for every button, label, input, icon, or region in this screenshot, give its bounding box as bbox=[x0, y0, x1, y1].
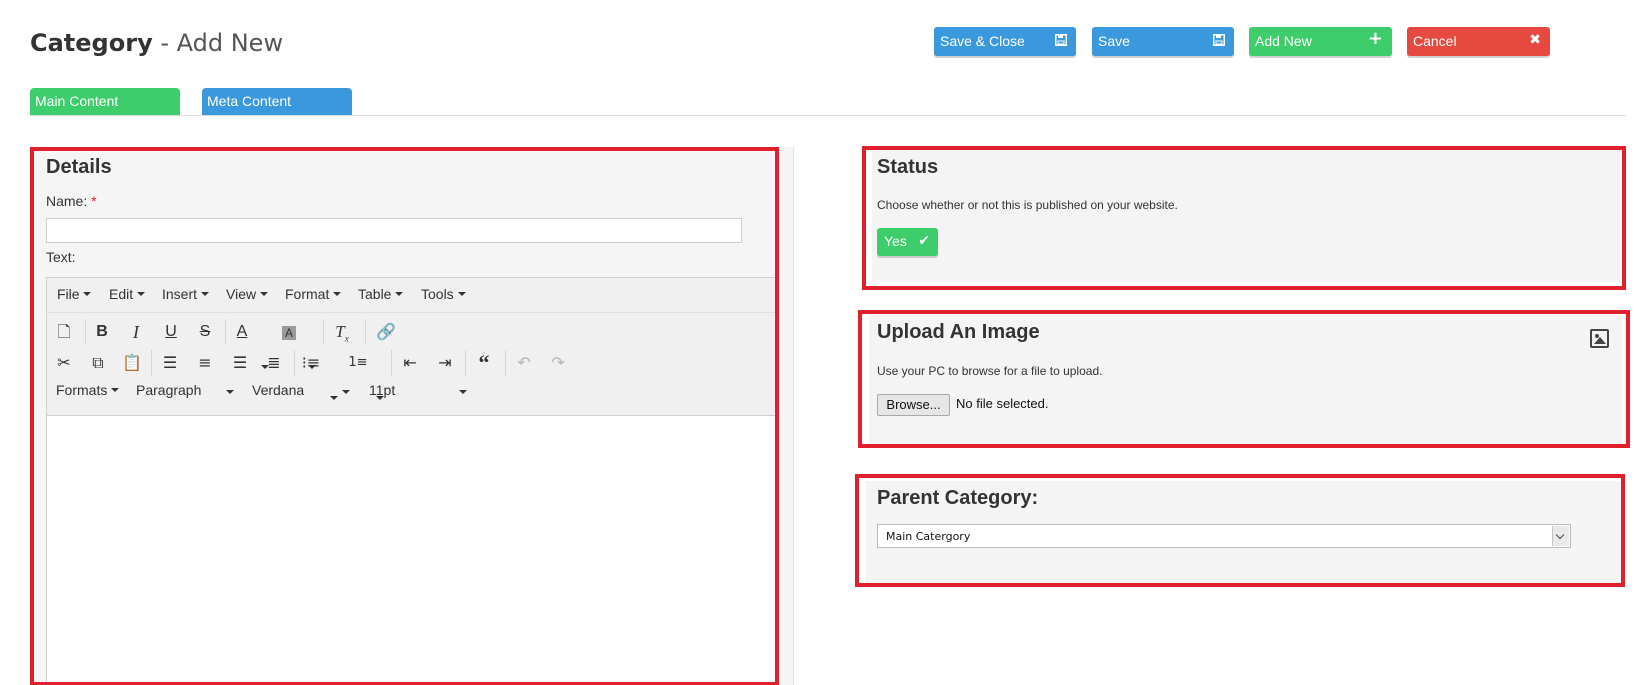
editor-toolbar: 🗋 B I U S A A Tx 🔗 ✂ ⧉ 📋 ☰ ≡ ☰ ≣ ⁝≡ 1≡ ⇤… bbox=[47, 313, 777, 416]
formats-dropdown[interactable]: Formats bbox=[56, 382, 120, 398]
upload-title: Upload An Image bbox=[877, 321, 1040, 343]
align-left-icon[interactable]: ☰ bbox=[157, 350, 183, 376]
parent-category-title: Parent Category: bbox=[877, 487, 1039, 509]
parent-category-select[interactable]: Main Catergory bbox=[877, 524, 1571, 548]
toolbar-separator bbox=[365, 319, 366, 345]
close-icon: ✖ bbox=[1529, 32, 1541, 48]
chevron-down-icon[interactable] bbox=[1552, 526, 1569, 546]
published-toggle[interactable]: Yes ✔ bbox=[877, 228, 938, 256]
toolbar-separator bbox=[85, 319, 86, 345]
tab-meta-content[interactable]: Meta Content bbox=[202, 88, 352, 116]
status-title: Status bbox=[877, 156, 939, 178]
bullet-list-icon[interactable]: ⁝≡ bbox=[298, 350, 324, 376]
save-and-close-label: Save & Close bbox=[940, 33, 1025, 49]
save-and-close-button[interactable]: Save & Close bbox=[934, 27, 1076, 56]
numbered-list-icon[interactable]: 1≡ bbox=[345, 350, 371, 376]
name-label: Name: * bbox=[46, 193, 97, 209]
required-marker: * bbox=[91, 193, 97, 209]
clear-formatting-icon[interactable]: Tx bbox=[329, 319, 355, 345]
outdent-icon[interactable]: ⇤ bbox=[397, 350, 423, 376]
tab-divider bbox=[30, 115, 1626, 116]
background-color-icon[interactable]: A bbox=[276, 319, 302, 345]
published-toggle-label: Yes bbox=[884, 233, 907, 249]
block-format-dropdown[interactable]: Paragraph bbox=[136, 382, 236, 398]
redo-icon[interactable]: ↷ bbox=[545, 350, 571, 376]
menu-edit[interactable]: Edit bbox=[109, 286, 146, 302]
parent-category-value: Main Catergory bbox=[886, 530, 971, 543]
cut-icon[interactable]: ✂ bbox=[51, 350, 77, 376]
cancel-button[interactable]: Cancel ✖ bbox=[1407, 27, 1550, 56]
details-title: Details bbox=[46, 156, 112, 178]
upload-description: Use your PC to browse for a file to uplo… bbox=[877, 364, 1103, 378]
toolbar-separator bbox=[225, 319, 226, 345]
menu-insert[interactable]: Insert bbox=[162, 286, 209, 302]
status-panel bbox=[872, 150, 1620, 282]
browse-button[interactable]: Browse... bbox=[877, 394, 950, 416]
file-status-text: No file selected. bbox=[956, 396, 1049, 411]
font-size-dropdown[interactable]: 11pt bbox=[369, 382, 469, 398]
menu-table[interactable]: Table bbox=[358, 286, 404, 302]
toolbar-separator bbox=[465, 350, 466, 376]
toolbar-separator bbox=[294, 350, 295, 376]
underline-icon[interactable]: U bbox=[158, 319, 184, 345]
editor-menubar: File Edit Insert View Format Table Tools bbox=[47, 278, 777, 313]
link-icon[interactable]: 🔗 bbox=[373, 319, 399, 345]
add-new-label: Add New bbox=[1255, 33, 1312, 49]
copy-icon[interactable]: ⧉ bbox=[85, 350, 111, 376]
menu-file[interactable]: File bbox=[57, 286, 92, 302]
page-title-suffix: - Add New bbox=[152, 29, 284, 57]
new-document-icon[interactable]: 🗋 bbox=[51, 319, 77, 345]
page-title-main: Category bbox=[30, 29, 153, 57]
editor-content-area[interactable] bbox=[47, 417, 777, 685]
toolbar-separator bbox=[391, 350, 392, 376]
text-color-icon[interactable]: A bbox=[229, 319, 255, 345]
justify-icon[interactable]: ≣ bbox=[261, 350, 287, 376]
page-title: Category - Add New bbox=[30, 27, 283, 59]
floppy-icon bbox=[1213, 27, 1225, 55]
status-description: Choose whether or not this is published … bbox=[877, 198, 1178, 212]
blockquote-icon[interactable]: “ bbox=[471, 350, 497, 376]
strikethrough-icon[interactable]: S bbox=[192, 319, 218, 345]
text-label: Text: bbox=[46, 249, 76, 265]
italic-icon[interactable]: I bbox=[123, 319, 149, 345]
save-label: Save bbox=[1098, 33, 1130, 49]
name-label-text: Name: bbox=[46, 193, 88, 209]
checkmark-icon: ✔ bbox=[918, 233, 930, 249]
font-family-dropdown[interactable]: Verdana bbox=[252, 382, 352, 398]
toolbar-separator bbox=[323, 319, 324, 345]
cancel-label: Cancel bbox=[1413, 33, 1457, 49]
save-button[interactable]: Save bbox=[1092, 27, 1234, 56]
menu-view[interactable]: View bbox=[226, 286, 268, 302]
image-icon bbox=[1590, 329, 1609, 348]
add-new-button[interactable]: Add New + bbox=[1249, 27, 1392, 56]
rich-text-editor: File Edit Insert View Format Table Tools… bbox=[46, 277, 778, 685]
menu-tools[interactable]: Tools bbox=[421, 286, 466, 302]
toolbar-separator bbox=[151, 350, 152, 376]
undo-icon[interactable]: ↶ bbox=[511, 350, 537, 376]
paste-icon[interactable]: 📋 bbox=[119, 350, 145, 376]
plus-icon: + bbox=[1367, 28, 1383, 49]
toolbar-separator bbox=[505, 350, 506, 376]
bold-icon[interactable]: B bbox=[89, 319, 115, 345]
align-center-icon[interactable]: ≡ bbox=[192, 350, 218, 376]
indent-icon[interactable]: ⇥ bbox=[432, 350, 458, 376]
menu-format[interactable]: Format bbox=[285, 286, 342, 302]
floppy-icon bbox=[1055, 27, 1067, 55]
tab-main-content[interactable]: Main Content bbox=[30, 88, 180, 116]
name-input[interactable] bbox=[46, 218, 742, 243]
align-right-icon[interactable]: ☰ bbox=[227, 350, 253, 376]
